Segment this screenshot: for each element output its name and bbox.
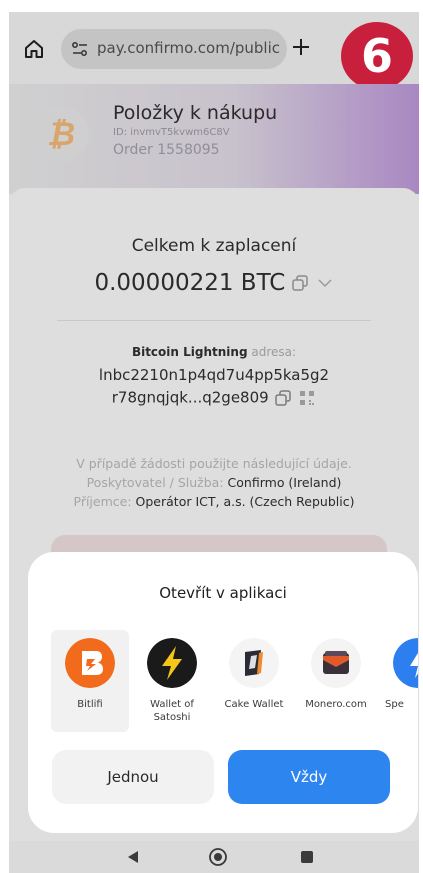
- open-in-app-sheet: Otevřít v aplikaci Bitlifi Wallet of Sat…: [28, 552, 418, 833]
- recipient-value: Operátor ICT, a.s. (Czech Republic): [135, 494, 355, 509]
- url-text: pay.confirmo.com/public: [97, 39, 281, 57]
- provider-value: Confirmo (Ireland): [227, 475, 342, 490]
- site-settings-icon[interactable]: [71, 40, 89, 58]
- always-button[interactable]: Vždy: [228, 750, 390, 804]
- total-label: Celkem k zaplacení: [131, 236, 297, 256]
- app-label-bitlifi: Bitlifi: [77, 699, 103, 710]
- new-tab-icon[interactable]: [290, 36, 312, 58]
- app-option-cake-wallet[interactable]: Cake Wallet: [215, 630, 293, 732]
- address-word: adresa:: [251, 345, 297, 359]
- home-circle-icon[interactable]: [208, 847, 228, 867]
- step-number-badge: 6: [341, 22, 413, 90]
- lightning-address-line-2: r78gnqjqk...q2ge809: [9, 388, 419, 408]
- back-icon[interactable]: [126, 850, 140, 864]
- app-option-wallet-of-satoshi[interactable]: Wallet of Satoshi: [133, 630, 211, 732]
- recipient-label: Příjemce:: [73, 494, 132, 509]
- app-label-speed: Spe: [385, 699, 404, 710]
- browser-toolbar: pay.confirmo.com/public 6: [9, 12, 419, 90]
- merchant-header: ₿ Položky k nákupu ID: invmvT5kvwm6C8V O…: [9, 84, 419, 194]
- sheet-title: Otevřít v aplikaci: [159, 584, 287, 602]
- address-label: Bitcoin Lightning adresa:: [9, 345, 419, 359]
- provider-line: Poskytovatel / Služba: Confirmo (Ireland…: [9, 475, 419, 490]
- address-network: Bitcoin Lightning: [131, 345, 248, 359]
- recent-apps-icon[interactable]: [300, 850, 314, 864]
- bitcoin-glyph: ₿: [46, 115, 76, 153]
- chevron-down-icon[interactable]: [316, 274, 334, 292]
- bitcoin-logo-icon: ₿: [33, 106, 89, 162]
- provider-label: Poskytovatel / Služba:: [86, 475, 224, 490]
- wallet-icon: [311, 638, 361, 688]
- home-icon[interactable]: [23, 38, 45, 60]
- info-note: V případě žádosti použijte následující ú…: [76, 456, 352, 471]
- phone-screen: pay.confirmo.com/public 6 ₿ Položky k ná…: [9, 12, 419, 873]
- once-button[interactable]: Jednou: [52, 750, 214, 804]
- app-label-cake-wallet: Cake Wallet: [224, 699, 284, 710]
- bitlifi-icon: [65, 638, 115, 688]
- page-title: Položky k nákupu: [113, 102, 278, 124]
- cake-wallet-icon: [229, 638, 279, 688]
- speed-icon: [393, 638, 418, 688]
- copy-address-icon[interactable]: [273, 388, 293, 408]
- total-row: 0.00000221 BTC: [9, 270, 419, 296]
- total-amount: 0.00000221 BTC: [94, 270, 286, 296]
- lightning-bolt-icon: [147, 638, 197, 688]
- address-bar[interactable]: pay.confirmo.com/public: [61, 29, 287, 69]
- qr-code-icon[interactable]: [298, 389, 316, 407]
- lightning-address-line-2-text[interactable]: r78gnqjqk...q2ge809: [112, 389, 269, 407]
- recipient-line: Příjemce: Operátor ICT, a.s. (Czech Repu…: [9, 494, 419, 509]
- copy-icon[interactable]: [290, 273, 310, 293]
- app-label-wallet-of-satoshi: Wallet of Satoshi: [150, 699, 194, 723]
- app-option-bitlifi[interactable]: Bitlifi: [51, 630, 129, 732]
- app-label-monero-com: Monero.com: [305, 699, 367, 710]
- app-option-monero-com[interactable]: Monero.com: [297, 630, 375, 732]
- order-number: Order 1558095: [113, 142, 220, 158]
- system-navigation-bar: [9, 841, 419, 873]
- invoice-id: ID: invmvT5kvwm6C8V: [113, 127, 230, 138]
- divider: [57, 320, 371, 321]
- app-option-speed[interactable]: Spe: [379, 630, 418, 732]
- lightning-address-line-1[interactable]: lnbc2210n1p4qd7u4pp5ka5g2: [9, 366, 419, 384]
